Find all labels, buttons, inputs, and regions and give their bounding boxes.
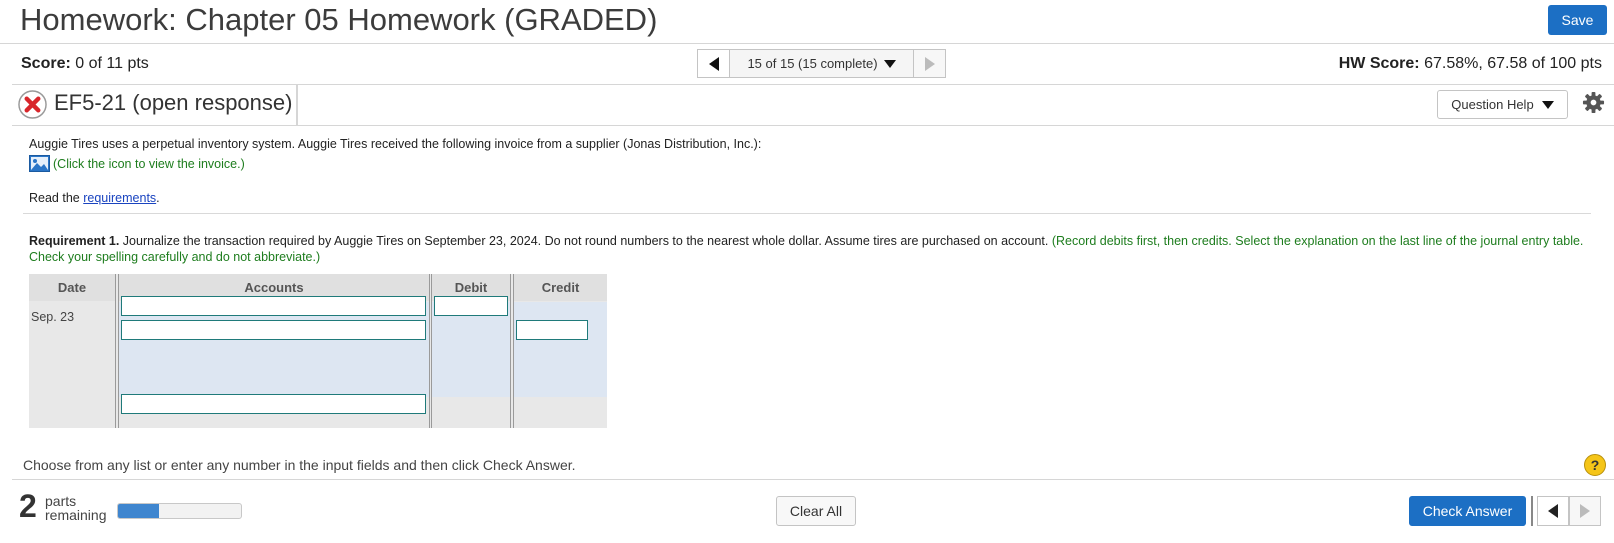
help-circle-icon[interactable]: ? — [1584, 454, 1606, 476]
explanation-input[interactable] — [121, 394, 426, 414]
column-divider — [118, 274, 119, 428]
instruction-text: Choose from any list or enter any number… — [23, 457, 576, 473]
left-arrow-icon — [708, 56, 719, 71]
previous-question-button[interactable] — [1537, 496, 1569, 526]
invoice-link-text[interactable]: (Click the icon to view the invoice.) — [53, 157, 245, 171]
requirement-1: Requirement 1. Journalize the transactio… — [29, 233, 1594, 265]
left-arrow-icon — [1548, 504, 1558, 518]
score-label: Score: — [21, 55, 71, 72]
column-divider — [513, 274, 514, 428]
column-divider — [429, 274, 430, 428]
question-help-label: Question Help — [1451, 97, 1534, 112]
invoice-link[interactable]: (Click the icon to view the invoice.) — [29, 155, 245, 172]
divider — [23, 213, 1591, 214]
question-title: EF5-21 (open response) — [54, 90, 293, 115]
divider — [296, 85, 298, 125]
credit-entry-area — [514, 302, 607, 397]
divider — [12, 479, 1614, 480]
score-value: 0 of 11 pts — [75, 55, 149, 72]
question-selector[interactable]: 15 of 15 (15 complete) — [730, 49, 913, 78]
image-icon[interactable] — [29, 155, 50, 172]
question-position: 15 of 15 (15 complete) — [747, 56, 878, 71]
hw-score-label: HW Score: — [1338, 55, 1420, 72]
score: Score: 0 of 11 pts — [21, 55, 149, 73]
parts-remaining-count: 2 — [19, 488, 37, 524]
score-bar: Score: 0 of 11 pts 15 of 15 (15 complete… — [12, 45, 1614, 85]
parts-label-line-1: parts — [45, 493, 77, 509]
read-prefix: Read the — [29, 191, 80, 205]
page-title: Homework: Chapter 05 Homework (GRADED) — [20, 2, 658, 37]
column-header-credit: Credit — [514, 274, 607, 301]
chevron-down-icon — [883, 59, 896, 68]
progress-bar — [117, 503, 242, 519]
check-answer-button[interactable]: Check Answer — [1409, 496, 1526, 526]
parts-remaining-label: parts remaining — [45, 494, 106, 522]
next-question-button[interactable] — [1569, 496, 1601, 526]
debit-amount-input[interactable] — [434, 296, 508, 316]
requirement-label: Requirement 1. — [29, 234, 120, 248]
hw-score: HW Score: 67.58%, 67.58 of 100 pts — [1339, 55, 1602, 73]
next-question-button[interactable] — [913, 49, 946, 78]
credit-account-input[interactable] — [121, 320, 426, 340]
entry-date: Sep. 23 — [31, 310, 75, 324]
progress-fill — [118, 504, 159, 518]
read-requirements: Read the requirements. — [29, 191, 160, 205]
right-arrow-icon — [924, 56, 935, 71]
bottom-question-navigator — [1537, 496, 1601, 526]
column-divider — [510, 274, 511, 428]
question-navigator: 15 of 15 (15 complete) — [697, 49, 946, 78]
read-suffix: . — [156, 191, 160, 205]
divider — [1531, 496, 1533, 526]
requirement-text: Journalize the transaction required by A… — [122, 234, 1049, 248]
credit-amount-input[interactable] — [516, 320, 588, 340]
journal-entry-table: Date Accounts Debit Credit Sep. 23 — [29, 274, 607, 428]
question-header: EF5-21 (open response) Question Help — [12, 85, 1614, 126]
hw-score-value: 67.58%, 67.58 of 100 pts — [1424, 55, 1602, 72]
x-icon — [18, 90, 47, 119]
right-arrow-icon — [1580, 504, 1590, 518]
question-help-button[interactable]: Question Help — [1437, 90, 1568, 119]
question-stem: Auggie Tires uses a perpetual inventory … — [29, 137, 762, 151]
accounts-entry-area — [119, 302, 429, 397]
gear-icon[interactable] — [1582, 91, 1605, 114]
save-button[interactable]: Save — [1548, 5, 1607, 35]
column-divider — [431, 274, 432, 428]
title-bar: Homework: Chapter 05 Homework (GRADED) S… — [0, 0, 1614, 44]
requirements-link[interactable]: requirements — [83, 191, 156, 205]
debit-account-input[interactable] — [121, 296, 426, 316]
chevron-down-icon — [1541, 100, 1554, 109]
debit-entry-area — [432, 302, 510, 397]
parts-label-line-2: remaining — [45, 507, 107, 523]
column-divider — [115, 274, 116, 428]
column-header-date: Date — [29, 274, 115, 301]
previous-question-button[interactable] — [697, 49, 730, 78]
clear-all-button[interactable]: Clear All — [776, 496, 856, 526]
